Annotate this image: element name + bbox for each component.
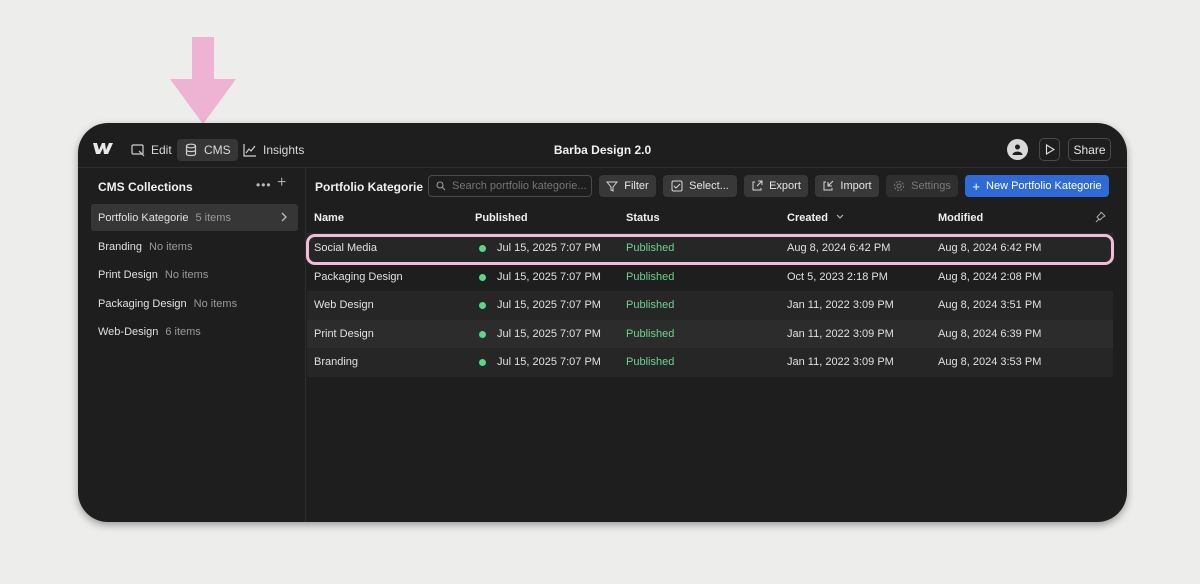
cell-created: Jan 11, 2022 3:09 PM: [787, 356, 894, 368]
site-title: Barba Design 2.0: [553, 143, 652, 157]
column-header-published[interactable]: Published: [475, 212, 528, 224]
add-collection-icon[interactable]: +: [277, 174, 286, 192]
collection-name: Branding: [98, 240, 143, 253]
cell-modified: Aug 8, 2024 6:42 PM: [938, 242, 1042, 254]
collection-name: Portfolio Kategorie: [98, 211, 189, 224]
gear-icon: [894, 181, 905, 191]
table-row[interactable]: Web Design Jul 15, 2025 7:07 PM Publishe…: [307, 291, 1113, 320]
pin-icon[interactable]: [1094, 211, 1106, 223]
filter-label: Filter: [624, 180, 649, 192]
filter-icon: [606, 181, 619, 192]
cell-published: Jul 15, 2025 7:07 PM: [497, 299, 601, 311]
collection-name: Web-Design: [98, 325, 159, 338]
cell-name: Print Design: [314, 327, 374, 340]
user-group-icon: [1012, 144, 1023, 155]
table-row[interactable]: Print Design Jul 15, 2025 7:07 PM Publis…: [307, 319, 1113, 348]
app-window: Edit CMS Insights Barba Design 2.0 Share…: [78, 123, 1127, 522]
filter-button[interactable]: Filter: [599, 175, 656, 197]
cell-name: Web Design: [314, 299, 374, 311]
table-row[interactable]: Branding Jul 15, 2025 7:07 PM Published …: [307, 348, 1113, 377]
collection-count: 5 items: [195, 211, 231, 224]
export-label: Export: [769, 180, 801, 192]
select-button[interactable]: Select...: [663, 175, 737, 197]
more-options-icon[interactable]: •••: [256, 178, 272, 192]
cell-created: Jan 11, 2022 3:09 PM: [787, 327, 894, 340]
cell-published: Jul 15, 2025 7:07 PM: [497, 356, 601, 368]
new-portfolio-kategorie-button[interactable]: + New Portfolio Kategorie: [965, 175, 1109, 197]
published-dot-icon: [479, 330, 486, 338]
cell-name: Branding: [314, 356, 359, 368]
cell-name: Social Media: [314, 242, 377, 254]
share-label: Share: [1073, 142, 1106, 157]
column-header-status[interactable]: Status: [626, 212, 660, 224]
items-table: Name Published Status Created Modified S…: [307, 203, 1113, 377]
import-icon: [823, 180, 834, 191]
collection-item-print-design[interactable]: Print Design No items: [91, 261, 298, 288]
top-bar: Edit CMS Insights Barba Design 2.0 Share: [78, 123, 1127, 168]
table-row[interactable]: Social Media Jul 15, 2025 7:07 PM Publis…: [307, 234, 1113, 263]
cell-status: Published: [626, 242, 675, 254]
cell-status: Published: [626, 270, 675, 283]
cell-published: Jul 15, 2025 7:07 PM: [497, 270, 601, 283]
select-label: Select...: [689, 180, 729, 192]
collection-name: Packaging Design: [98, 297, 187, 310]
table-header: Name Published Status Created Modified: [307, 203, 1113, 234]
cms-collections-sidebar: CMS Collections ••• + Portfolio Kategori…: [78, 168, 306, 522]
column-header-name[interactable]: Name: [314, 212, 344, 224]
settings-button[interactable]: Settings: [886, 175, 958, 197]
published-dot-icon: [479, 302, 486, 309]
preview-button[interactable]: [1039, 138, 1060, 161]
collection-item-packaging-design[interactable]: Packaging Design No items: [91, 290, 298, 317]
cell-modified: Aug 8, 2024 6:39 PM: [938, 327, 1042, 340]
chevron-down-icon: [836, 214, 844, 219]
table-row[interactable]: Packaging Design Jul 15, 2025 7:07 PM Pu…: [307, 263, 1113, 292]
collection-item-branding[interactable]: Branding No items: [91, 233, 298, 260]
collection-count: No items: [149, 240, 193, 253]
settings-label: Settings: [911, 180, 951, 192]
new-item-label: New Portfolio Kategorie: [986, 180, 1102, 192]
checkbox-icon: [671, 180, 683, 192]
cell-modified: Aug 8, 2024 2:08 PM: [938, 270, 1042, 283]
sidebar-title: CMS Collections: [98, 180, 193, 194]
collection-count: No items: [164, 268, 209, 281]
cell-modified: Aug 8, 2024 3:51 PM: [938, 299, 1042, 311]
chevron-right-icon: [281, 212, 287, 222]
collection-count: No items: [193, 297, 238, 310]
import-button[interactable]: Import: [815, 175, 879, 197]
column-header-created[interactable]: Created: [787, 212, 845, 224]
play-icon: [1045, 144, 1055, 155]
annotation-arrow-icon: [170, 37, 236, 124]
cell-created: Oct 5, 2023 2:18 PM: [787, 270, 888, 283]
search-icon: [436, 181, 446, 191]
cell-published: Jul 15, 2025 7:07 PM: [497, 242, 601, 254]
export-button[interactable]: Export: [744, 175, 808, 197]
import-label: Import: [840, 180, 872, 192]
collection-name: Print Design: [98, 268, 158, 281]
published-dot-icon: [479, 245, 486, 252]
cell-status: Published: [626, 327, 675, 340]
cell-status: Published: [626, 356, 675, 368]
plus-icon: +: [972, 178, 981, 194]
cell-published: Jul 15, 2025 7:07 PM: [497, 327, 601, 340]
cell-status: Published: [626, 299, 675, 311]
search-input[interactable]: [452, 180, 588, 192]
collaborators-button[interactable]: [1007, 139, 1028, 160]
cell-name: Packaging Design: [314, 270, 403, 283]
published-dot-icon: [479, 273, 486, 281]
export-icon: [752, 180, 763, 191]
collection-title: Portfolio Kategorie: [315, 180, 424, 194]
collection-item-portfolio-kategorie[interactable]: Portfolio Kategorie 5 items: [91, 204, 298, 231]
cell-modified: Aug 8, 2024 3:53 PM: [938, 356, 1042, 368]
cell-created: Aug 8, 2024 6:42 PM: [787, 242, 891, 254]
collection-item-web-design[interactable]: Web-Design 6 items: [91, 318, 298, 345]
column-header-modified[interactable]: Modified: [938, 212, 983, 224]
cell-created: Jan 11, 2022 3:09 PM: [787, 299, 894, 311]
share-button[interactable]: Share: [1068, 138, 1111, 161]
search-box[interactable]: [428, 175, 592, 197]
created-header-label: Created: [787, 212, 828, 224]
collection-count: 6 items: [165, 325, 201, 338]
published-dot-icon: [479, 359, 486, 366]
